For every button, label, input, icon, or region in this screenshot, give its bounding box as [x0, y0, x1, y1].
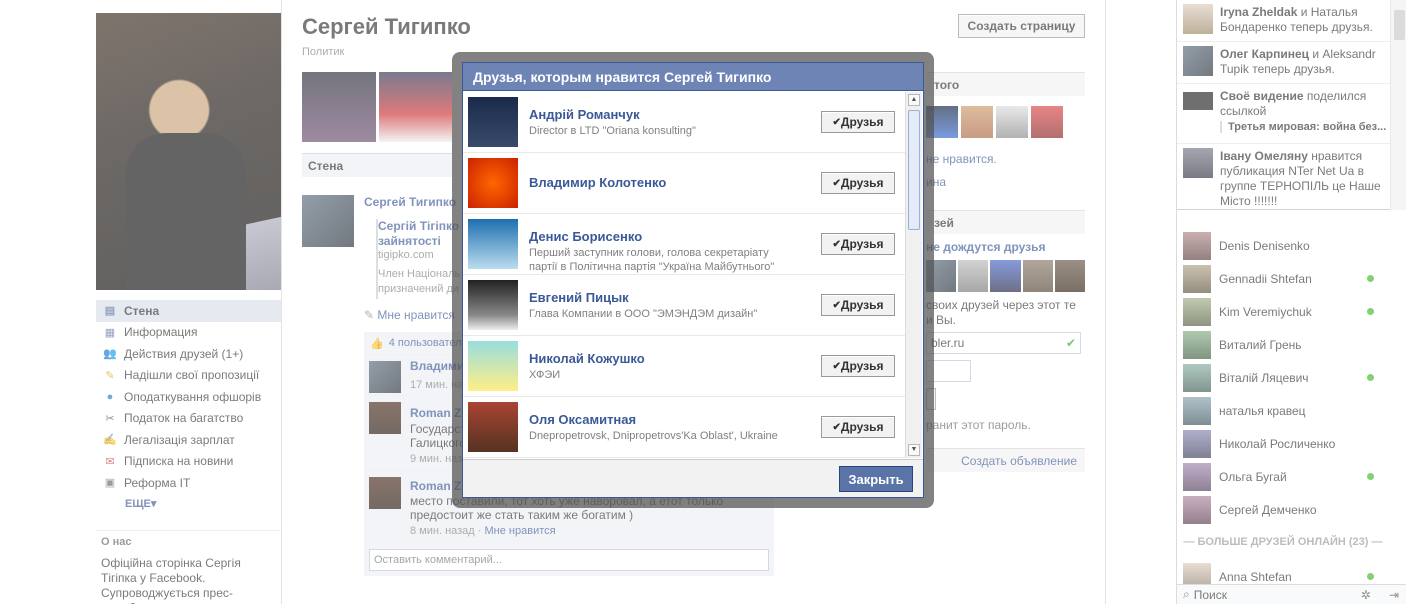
friends-status-button[interactable]: ✔ Друзья [821, 172, 895, 194]
dialog-footer: Закрыть [463, 459, 923, 497]
friends-status-button[interactable]: ✔ Друзья [821, 294, 895, 316]
dialog-title: Друзья, которым нравится Сергей Тигипко [463, 63, 923, 91]
friend-avatar[interactable] [468, 341, 518, 391]
friend-subtitle: Director в LTD "Oriana konsulting" [529, 125, 696, 137]
friend-name[interactable]: Денис Борисенко [529, 229, 642, 244]
scroll-up-icon[interactable]: ▲ [908, 94, 920, 106]
friend-subtitle: Dnepropetrovsk, Dnipropetrovs'Ka Oblast'… [529, 430, 778, 442]
check-icon: ✔ [832, 299, 841, 311]
dialog-friend-row: Владимир Колотенко ✔ Друзья [463, 153, 905, 214]
friend-avatar[interactable] [468, 158, 518, 208]
friend-name[interactable]: Владимир Колотенко [529, 175, 666, 190]
friends-status-button[interactable]: ✔ Друзья [821, 233, 895, 255]
dialog-friend-row: Денис Борисенко Перший заступник голови, … [463, 214, 905, 275]
close-button[interactable]: Закрыть [839, 466, 913, 492]
dialog-friend-row: Евгений Пицык Глава Компании в ООО "ЭМЭНД… [463, 275, 905, 336]
dialog-friend-row: Николай Кожушко ХФЭИ ✔ Друзья [463, 336, 905, 397]
friend-avatar[interactable] [468, 219, 518, 269]
friend-name[interactable]: Николай Кожушко [529, 351, 645, 366]
friends-status-button[interactable]: ✔ Друзья [821, 111, 895, 133]
check-icon: ✔ [832, 116, 841, 128]
friends-status-button[interactable]: ✔ Друзья [821, 416, 895, 438]
friend-name[interactable]: Евгений Пицык [529, 290, 629, 305]
friend-subtitle: Глава Компании в ООО "ЭМЭНДЭМ дизайн" [529, 308, 758, 320]
check-icon: ✔ [832, 421, 841, 433]
friend-avatar[interactable] [468, 402, 518, 452]
friend-subtitle: Перший заступник голови, голова секретар… [529, 247, 775, 273]
scroll-down-icon[interactable]: ▼ [908, 444, 920, 456]
friend-avatar[interactable] [468, 97, 518, 147]
check-icon: ✔ [832, 177, 841, 189]
scroll-thumb[interactable] [908, 110, 920, 230]
friend-name[interactable]: Оля Оксамитная [529, 412, 636, 427]
friends-status-button[interactable]: ✔ Друзья [821, 355, 895, 377]
dialog-friend-row: Оля Оксамитная Dnepropetrovsk, Dnipropetr… [463, 397, 905, 458]
dialog-friend-list: Андрій Романчук Director в LTD "Oriana ko… [463, 92, 905, 458]
check-icon: ✔ [832, 238, 841, 250]
friends-dialog: Друзья, которым нравится Сергей Тигипко … [452, 52, 934, 508]
friend-subtitle: ХФЭИ [529, 369, 561, 381]
check-icon: ✔ [832, 360, 841, 372]
dialog-friend-row: Андрій Романчук Director в LTD "Oriana ko… [463, 92, 905, 153]
friend-avatar[interactable] [468, 280, 518, 330]
dialog-scrollbar[interactable]: ▲ ▼ [905, 92, 922, 458]
friend-name[interactable]: Андрій Романчук [529, 107, 640, 122]
